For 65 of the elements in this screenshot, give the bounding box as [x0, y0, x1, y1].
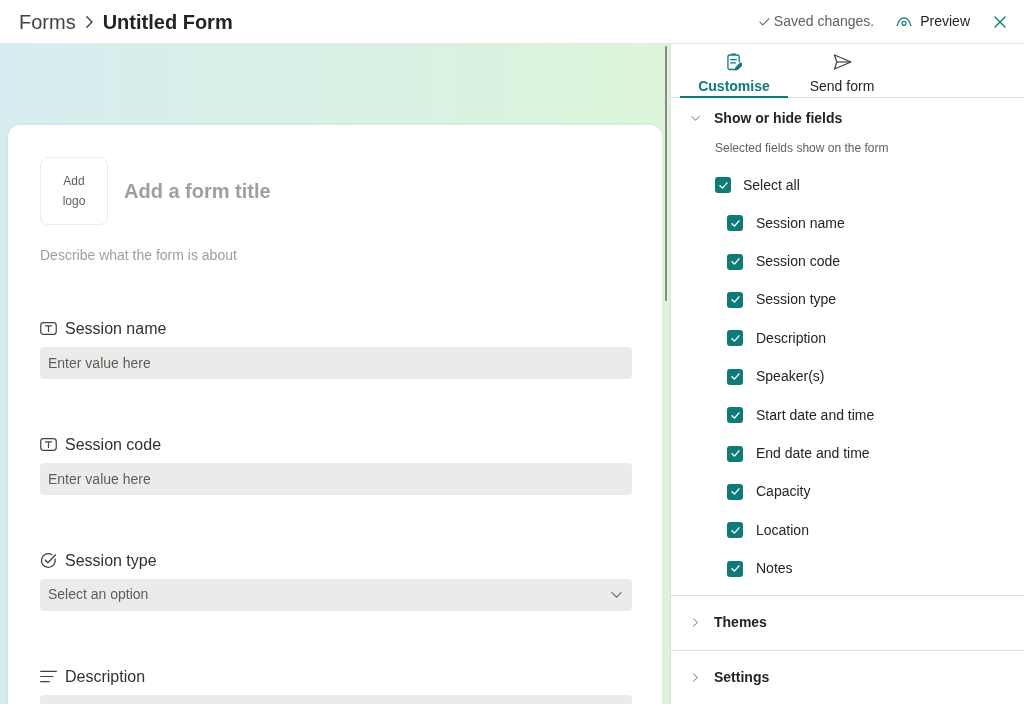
save-status: Saved changes.	[773, 12, 875, 31]
paper-plane-icon	[832, 54, 852, 70]
checkmark-icon	[718, 181, 728, 189]
checkbox[interactable]	[727, 407, 743, 424]
field-label: Description	[65, 666, 146, 687]
checkbox[interactable]	[727, 483, 743, 500]
chevron-right-icon	[85, 15, 93, 28]
preview-button[interactable]: Preview	[894, 7, 972, 36]
checkbox-label: Session code	[756, 252, 841, 272]
section-header[interactable]: Show or hide fields	[671, 98, 1024, 138]
add-logo-button[interactable]: Add logo	[40, 157, 108, 225]
checkbox[interactable]	[727, 368, 743, 385]
checkbox-label: Description	[756, 328, 827, 348]
checkbox-label: Notes	[756, 559, 793, 579]
title-field[interactable]: Add a form title	[124, 175, 384, 207]
check-icon	[758, 17, 770, 26]
checkbox[interactable]	[727, 445, 743, 462]
panel-tab[interactable]: Customise	[680, 44, 788, 98]
text-input-field[interactable]: Enter value here	[40, 462, 632, 495]
checkbox-label: Speaker(s)	[756, 367, 825, 387]
checkbox[interactable]	[727, 522, 743, 539]
section-hint: Selected fields show on the form	[715, 140, 890, 156]
field-label: Session type	[65, 550, 157, 571]
scrollbar-thumb[interactable]	[665, 46, 667, 301]
close-icon	[994, 15, 1006, 28]
checkmark-icon	[730, 334, 740, 342]
checkbox-label: End date and time	[756, 444, 870, 464]
checkmark-icon	[730, 219, 740, 227]
checkbox-label: Start date and time	[756, 405, 875, 425]
checkbox[interactable]	[727, 291, 743, 308]
breadcrumb-link[interactable]: Forms	[19, 6, 76, 37]
checkbox-label: Capacity	[756, 482, 811, 502]
checkmark-icon	[730, 488, 740, 496]
checkbox-label: Location	[756, 520, 809, 540]
checkbox[interactable]	[727, 253, 743, 270]
checkmark-icon	[730, 258, 740, 266]
description-field[interactable]: Describe what the form is about	[40, 245, 300, 265]
text-input-field[interactable]: Enter value here	[40, 346, 632, 379]
dropdown-field[interactable]: Select an option	[40, 578, 632, 611]
text-box-icon	[40, 322, 57, 335]
text-box-icon	[40, 438, 57, 451]
clipboard-pencil-icon	[726, 53, 742, 71]
checkbox-label: Session type	[756, 290, 837, 310]
checkbox[interactable]	[727, 330, 743, 347]
checkbox-label: Select all	[743, 175, 800, 195]
circle-check-icon	[40, 552, 57, 569]
field-label: Session name	[65, 318, 167, 339]
checkmark-icon	[730, 450, 740, 458]
checkmark-icon	[730, 411, 740, 419]
checkbox-label: Session name	[756, 213, 845, 233]
checkbox[interactable]	[715, 177, 731, 193]
section-header[interactable]: Themes	[671, 595, 1024, 650]
section-header[interactable]: Settings	[671, 650, 1024, 704]
lines-icon	[40, 670, 57, 683]
checkmark-icon	[730, 296, 740, 304]
checkmark-icon	[730, 526, 740, 534]
field-label: Session code	[65, 434, 162, 455]
checkmark-icon	[730, 373, 740, 381]
eye-icon	[896, 16, 913, 27]
chevron-down-icon	[611, 591, 622, 598]
form-name: Untitled Form	[102, 9, 233, 35]
checkbox[interactable]	[727, 560, 743, 577]
checkmark-icon	[730, 565, 740, 573]
checkbox[interactable]	[727, 215, 743, 232]
panel-tab[interactable]: Send form	[788, 44, 896, 98]
